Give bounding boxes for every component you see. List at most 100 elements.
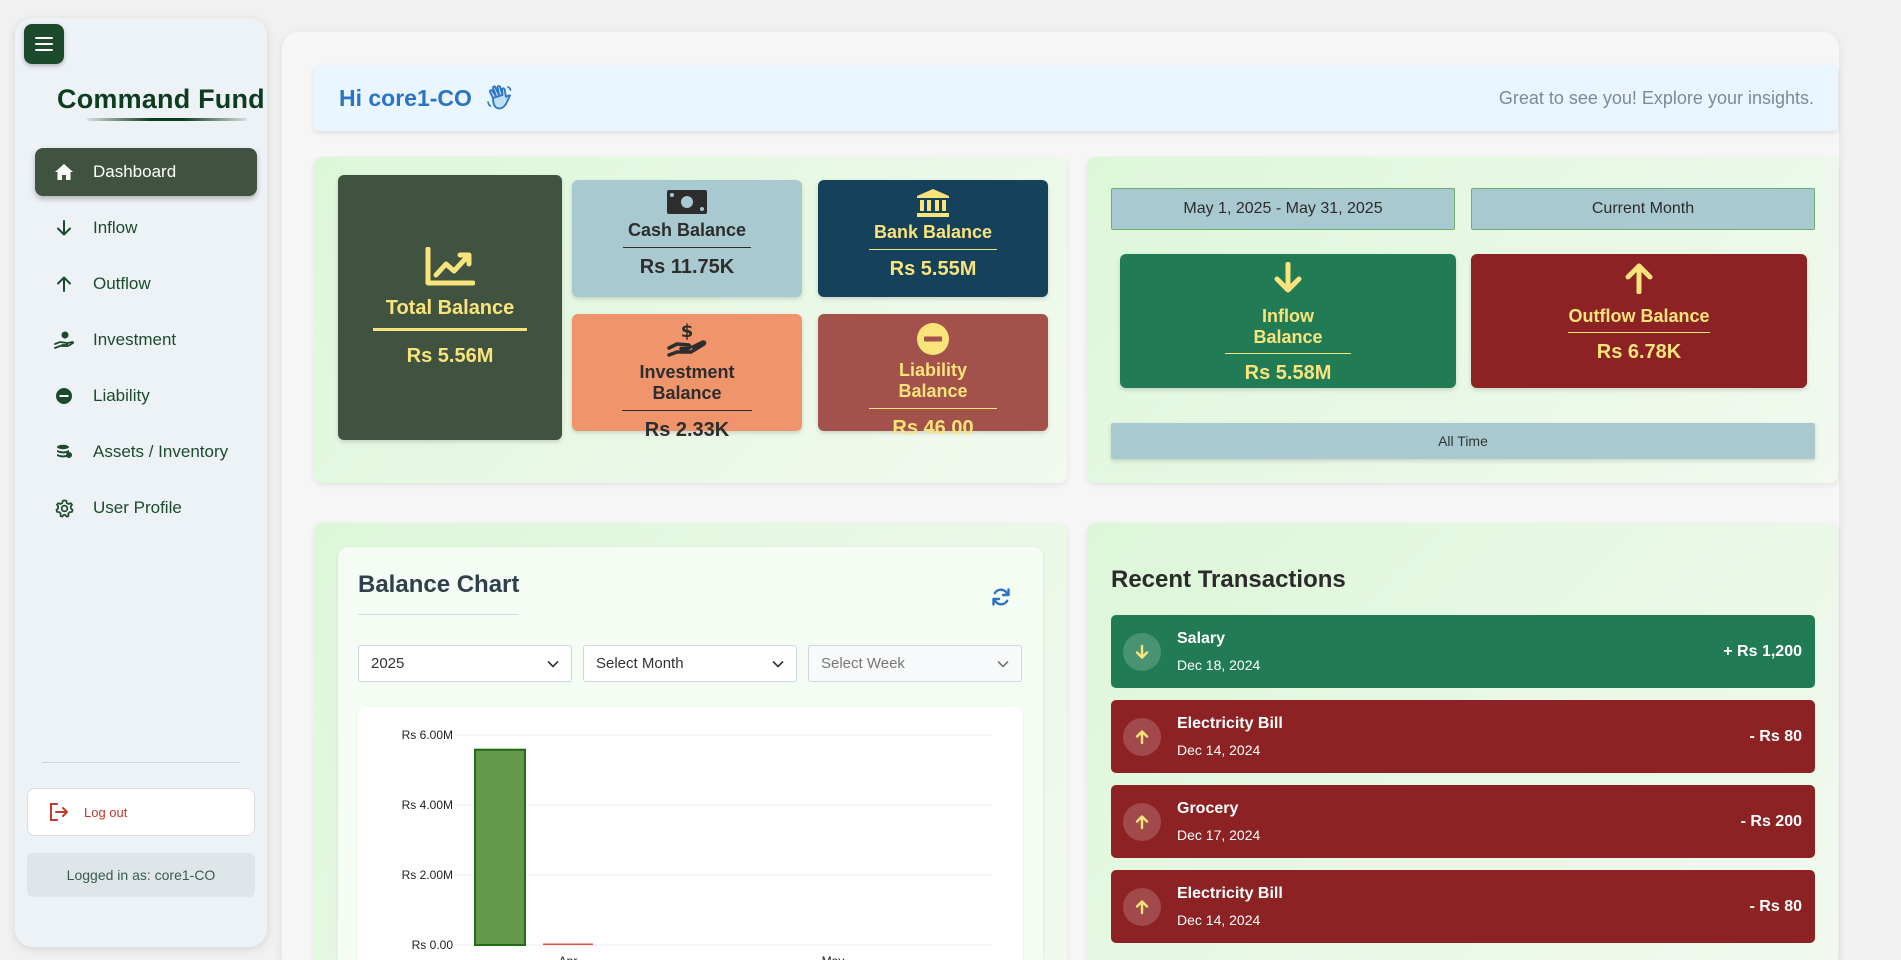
chevron-down-icon xyxy=(547,660,559,668)
outflow-balance-title: Outflow Balance xyxy=(1568,306,1710,333)
logout-button[interactable]: Log out xyxy=(27,788,255,836)
transaction-name: Electricity Bill xyxy=(1177,885,1283,902)
total-balance-card: Total Balance Rs 5.56M xyxy=(338,175,562,440)
sidebar-item-assets-inventory[interactable]: Assets / Inventory xyxy=(35,428,257,476)
week-select-value: Select Week xyxy=(821,655,905,672)
transaction-amount: - Rs 80 xyxy=(1749,727,1802,745)
sidebar-item-outflow[interactable]: Outflow xyxy=(35,260,257,308)
total-balance-title: Total Balance xyxy=(373,297,527,331)
sidebar-item-dashboard[interactable]: Dashboard xyxy=(35,148,257,196)
transaction-meta: Electricity Bill Dec 14, 2024 xyxy=(1177,715,1750,758)
chevron-down-icon xyxy=(997,660,1009,668)
transaction-name: Electricity Bill xyxy=(1177,715,1283,732)
date-range-button[interactable]: May 1, 2025 - May 31, 2025 xyxy=(1111,188,1455,230)
transactions-list: Salary Dec 18, 2024 + Rs 1,200 Electrici… xyxy=(1111,615,1815,955)
chart-bar xyxy=(543,943,593,945)
outflow-balance-value: Rs 6.78K xyxy=(1596,341,1682,363)
cash-balance-card: Cash Balance Rs 11.75K xyxy=(572,180,802,297)
refresh-icon xyxy=(991,587,1011,607)
liability-balance-card: Liability Balance Rs 46.00 xyxy=(818,314,1048,439)
year-select[interactable]: 2025 xyxy=(358,645,572,682)
sidebar-item-label: Investment xyxy=(93,330,177,349)
waving-hand-icon xyxy=(486,84,514,112)
arrow-up-icon xyxy=(1624,262,1654,294)
money-bill-icon xyxy=(666,188,708,216)
cash-balance-title: Cash Balance xyxy=(623,220,751,248)
sidebar-item-label: Assets / Inventory xyxy=(93,442,229,461)
all-time-button[interactable]: All Time xyxy=(1111,423,1815,459)
chevron-down-icon xyxy=(772,660,784,668)
transaction-amount: - Rs 200 xyxy=(1740,812,1802,830)
arrow-down-icon xyxy=(1123,632,1161,671)
hand-dollar-icon: $ xyxy=(667,322,707,358)
brand-underline xyxy=(87,118,247,121)
bank-building-icon xyxy=(916,188,950,218)
y-tick-label: Rs 2.00M xyxy=(402,868,453,882)
sidebar-divider xyxy=(42,762,240,763)
sidebar-item-user-profile[interactable]: User Profile xyxy=(35,484,257,532)
liability-balance-title: Liability Balance xyxy=(869,360,997,409)
cash-balance-value: Rs 11.75K xyxy=(639,256,735,278)
logged-in-status: Logged in as: core1-CO xyxy=(27,853,255,897)
sidebar-item-label: Dashboard xyxy=(93,162,177,181)
bank-balance-value: Rs 5.55M xyxy=(889,258,977,280)
hand-coin-icon xyxy=(53,329,75,351)
month-select[interactable]: Select Month xyxy=(583,645,797,682)
transaction-name: Salary xyxy=(1177,630,1226,647)
transaction-row[interactable]: Electricity Bill Dec 14, 2024 - Rs 80 xyxy=(1111,700,1815,773)
transaction-row[interactable]: Salary Dec 18, 2024 + Rs 1,200 xyxy=(1111,615,1815,688)
home-icon xyxy=(53,161,75,183)
arrow-up-icon xyxy=(1123,887,1161,926)
transaction-date: Dec 18, 2024 xyxy=(1177,657,1261,673)
transaction-date: Dec 14, 2024 xyxy=(1177,912,1261,928)
arrow-down-icon xyxy=(1273,262,1303,294)
inflow-balance-title: Inflow Balance xyxy=(1225,306,1351,354)
total-balance-value: Rs 5.56M xyxy=(406,345,494,367)
greeting-text: Hi core1-CO xyxy=(339,84,472,111)
transaction-amount: + Rs 1,200 xyxy=(1723,642,1802,660)
inflow-balance-value: Rs 5.58M xyxy=(1244,362,1332,384)
y-tick-label: Rs 4.00M xyxy=(402,798,453,812)
bank-balance-title: Bank Balance xyxy=(869,222,997,250)
outflow-balance-card: Outflow Balance Rs 6.78K xyxy=(1471,254,1807,388)
sidebar-item-label: Outflow xyxy=(93,274,151,293)
sidebar-item-liability[interactable]: Liability xyxy=(35,372,257,420)
x-tick-label: Apr xyxy=(559,954,578,960)
transaction-meta: Electricity Bill Dec 14, 2024 xyxy=(1177,885,1750,928)
hamburger-icon xyxy=(35,37,53,51)
transaction-date: Dec 14, 2024 xyxy=(1177,742,1261,758)
y-tick-label: Rs 6.00M xyxy=(402,728,453,742)
transaction-name: Grocery xyxy=(1177,800,1239,817)
week-select[interactable]: Select Week xyxy=(808,645,1022,682)
greeting-banner: Hi core1-CO Great to see you! Explore yo… xyxy=(314,65,1838,131)
transactions-title: Recent Transactions xyxy=(1111,566,1346,593)
arrow-down-icon xyxy=(53,217,75,239)
chart-title-underline xyxy=(358,614,518,615)
investment-balance-card: $ Investment Balance Rs 2.33K xyxy=(572,314,802,441)
transaction-row[interactable]: Grocery Dec 17, 2024 - Rs 200 xyxy=(1111,785,1815,858)
sidebar-item-label: User Profile xyxy=(93,498,182,517)
current-month-button[interactable]: Current Month xyxy=(1471,188,1815,230)
gear-icon xyxy=(53,497,75,519)
sidebar-nav: Dashboard Inflow Outflow Investment Liab… xyxy=(35,148,257,540)
minus-circle-icon xyxy=(53,385,75,407)
y-tick-label: Rs 0.00 xyxy=(412,938,454,952)
transaction-meta: Grocery Dec 17, 2024 xyxy=(1177,800,1741,843)
arrow-up-icon xyxy=(1123,717,1161,756)
investment-balance-title: Investment Balance xyxy=(622,362,752,411)
arrow-up-icon xyxy=(1123,802,1161,841)
menu-toggle-button[interactable] xyxy=(24,24,64,64)
x-tick-label: May xyxy=(822,954,845,960)
transaction-row[interactable]: Electricity Bill Dec 14, 2024 - Rs 80 xyxy=(1111,870,1815,943)
chart-svg: Rs 0.00 Rs 2.00M Rs 4.00M Rs 6.00M Apr May xyxy=(402,728,993,960)
refresh-button[interactable] xyxy=(991,587,1011,607)
liability-balance-value: Rs 46.00 xyxy=(892,417,974,439)
sidebar-item-inflow[interactable]: Inflow xyxy=(35,204,257,252)
svg-text:$: $ xyxy=(681,322,694,342)
chart-title: Balance Chart xyxy=(358,571,520,598)
transaction-amount: - Rs 80 xyxy=(1749,897,1802,915)
sidebar-item-label: Inflow xyxy=(93,218,138,237)
sidebar-item-investment[interactable]: Investment xyxy=(35,316,257,364)
logout-icon xyxy=(48,802,70,822)
arrow-up-icon xyxy=(53,273,75,295)
